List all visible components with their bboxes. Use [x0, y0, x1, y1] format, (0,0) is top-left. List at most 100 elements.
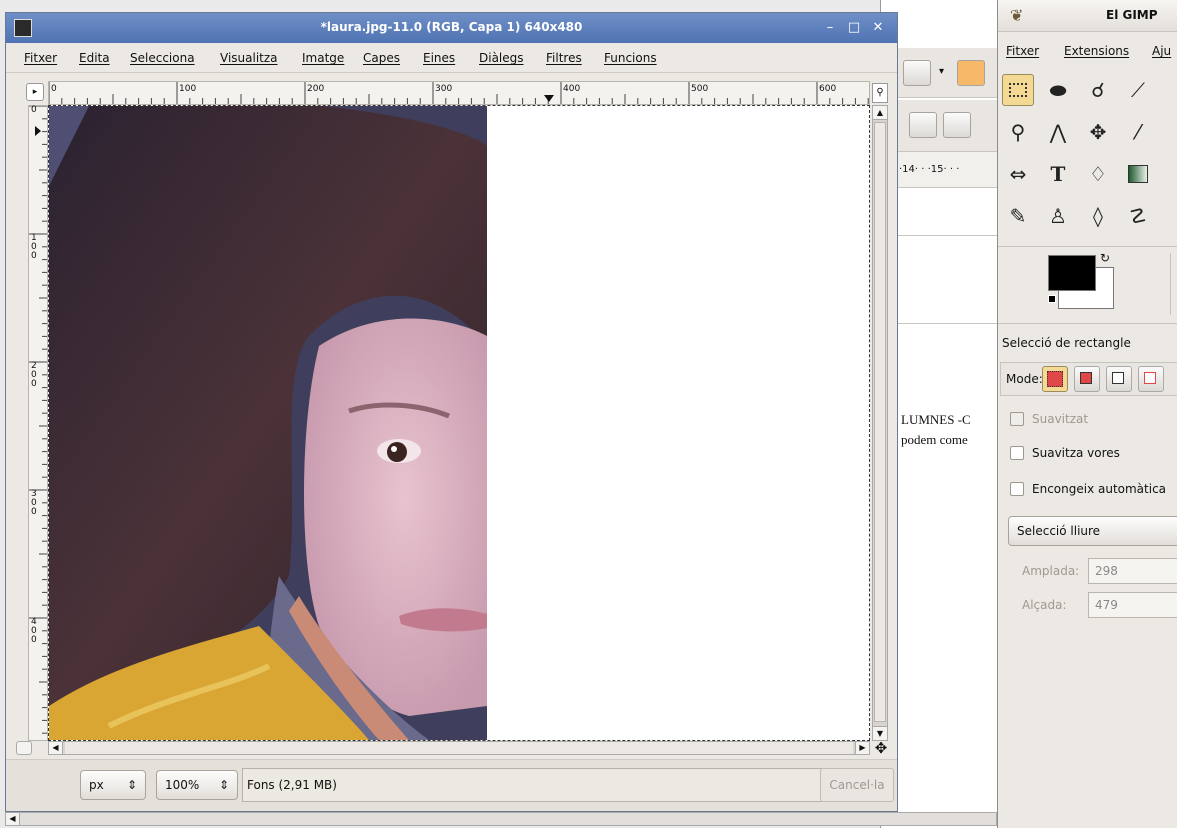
dropdown-arrow-icon[interactable]: ▾ [939, 66, 944, 77]
vertical-scrollbar[interactable]: ▲ ▼ [872, 105, 888, 741]
maximize-icon[interactable]: □ [844, 19, 864, 37]
numbered-list-icon[interactable] [909, 112, 937, 138]
scroll-down-icon[interactable]: ▼ [873, 726, 887, 740]
menu-capes[interactable]: Capes [363, 51, 400, 65]
zoom-value: 100% [165, 778, 200, 792]
move-icon[interactable]: ✥ [1082, 116, 1114, 148]
mode-subtract-button[interactable] [1106, 366, 1132, 392]
gimp-image-window: *laura.jpg-11.0 (RGB, Capa 1) 640x480 – … [5, 12, 898, 812]
close-icon[interactable]: ✕ [868, 19, 888, 37]
hruler-label-600: 600 [819, 84, 837, 94]
brush-preview-edge [1170, 253, 1177, 315]
bucket-fill-icon[interactable]: ♢ [1082, 158, 1114, 190]
menu-eines[interactable]: Eines [423, 51, 455, 65]
doc-text-line2: podem come [901, 432, 968, 447]
ink-icon[interactable]: ◊ [1082, 200, 1114, 232]
clone-icon[interactable]: ♙ [1042, 200, 1074, 232]
smudge-icon[interactable]: ☡ [1122, 200, 1154, 232]
mode-label: Mode: [1006, 372, 1043, 386]
vruler-position-marker [35, 126, 41, 136]
menu-fitxer[interactable]: Fitxer [24, 51, 57, 65]
minimize-icon[interactable]: – [820, 19, 840, 37]
horizontal-scrollbar[interactable]: ◀ ▶ [48, 741, 870, 755]
bottom-scroll-left-icon[interactable]: ◀ [6, 813, 20, 825]
antialias-checkbox[interactable] [1010, 412, 1024, 426]
tb-menu-extensions[interactable]: Extensions [1064, 44, 1129, 58]
portrait-photo [49, 106, 487, 740]
width-label: Amplada: [1022, 564, 1080, 578]
width-field[interactable]: 298 [1088, 558, 1177, 584]
doc-ruler: ·14· · ·15· · · [881, 152, 1001, 188]
zoom-icon[interactable]: ⚲ [872, 83, 888, 103]
menu-edita[interactable]: Edita [79, 51, 110, 65]
horizontal-scroll-thumb[interactable] [65, 742, 853, 754]
fixed-select-dropdown[interactable]: Selecció lliure [1008, 516, 1177, 546]
mode-add-button[interactable] [1074, 366, 1100, 392]
foreground-color-swatch[interactable] [1048, 255, 1096, 291]
hruler-label-300: 300 [435, 84, 453, 94]
tb-menu-ajuda[interactable]: Aju [1152, 44, 1171, 58]
draw-icon[interactable] [957, 60, 985, 86]
lasso-icon[interactable]: ☌ [1082, 74, 1114, 106]
vruler-label-100: 1 0 0 [31, 233, 37, 261]
swap-colors-icon[interactable]: ↻ [1100, 251, 1110, 265]
vruler-label-0: 0 [31, 105, 37, 115]
flip-icon[interactable]: ⇔ [1002, 158, 1034, 190]
scroll-right-icon[interactable]: ▶ [855, 742, 869, 754]
feather-checkbox[interactable] [1010, 446, 1024, 460]
magnify-icon[interactable]: ⚲ [1002, 116, 1034, 148]
status-message: Fons (2,91 MB) [242, 768, 822, 802]
tool-options: Selecció de rectangle Mode: Suavitzat Su… [998, 324, 1177, 824]
menu-selecciona[interactable]: Selecciona [130, 51, 195, 65]
tb-menu-fitxer[interactable]: Fitxer [1006, 44, 1039, 58]
menu-imatge[interactable]: Imatge [302, 51, 344, 65]
menu-dialegs[interactable]: Diàlegs [479, 51, 524, 65]
zoom-selector[interactable]: 100% ⇕ [156, 770, 238, 800]
bullet-list-icon[interactable] [943, 112, 971, 138]
quick-mask-icon[interactable] [16, 741, 32, 755]
spin-arrows-icon: ⇕ [127, 778, 138, 792]
unit-selector[interactable]: px ⇕ [80, 770, 146, 800]
table-icon[interactable] [903, 60, 931, 86]
height-field[interactable]: 479 [1088, 592, 1177, 618]
paths-icon[interactable]: ⋀ [1042, 116, 1074, 148]
mode-intersect-button[interactable] [1138, 366, 1164, 392]
toolbox-menu: Fitxer Extensions Aju [998, 38, 1177, 64]
bottom-scrollbar[interactable]: ◀ [5, 812, 997, 826]
toolbox-title: El GIMP [1106, 8, 1158, 22]
menu-visualitza[interactable]: Visualitza [220, 51, 278, 65]
fuzzy-select-icon[interactable]: ⟋ [1122, 74, 1154, 106]
hruler-label-100: 100 [179, 84, 197, 94]
gradient-icon[interactable] [1122, 158, 1154, 190]
menu-arrow-icon[interactable]: ▸ [26, 83, 44, 101]
photo-layer [49, 106, 487, 740]
window-title: *laura.jpg-11.0 (RGB, Capa 1) 640x480 [320, 20, 583, 34]
feather-label: Suavitza vores [1032, 446, 1120, 460]
brush-icon[interactable]: ⁄ [1122, 116, 1154, 148]
height-label: Alçada: [1022, 598, 1067, 612]
vertical-scroll-thumb[interactable] [874, 122, 886, 722]
mode-replace-button[interactable] [1042, 366, 1068, 392]
rect-select-icon[interactable] [1002, 74, 1034, 106]
text-tool-icon[interactable]: T [1042, 158, 1074, 190]
pencil-icon[interactable]: ✎ [1002, 200, 1034, 232]
cancel-button[interactable]: Cancel·la [820, 768, 894, 802]
horizontal-ruler: 0 100 200 300 400 500 600 [48, 81, 870, 105]
background-document-window: ▾ ·14· · ·15· · · LUMNES -C podem come [880, 0, 1001, 828]
autoshrink-checkbox[interactable] [1010, 482, 1024, 496]
scroll-left-icon[interactable]: ◀ [49, 742, 63, 754]
image-canvas[interactable] [48, 105, 870, 741]
vertical-ruler: 0 1 0 0 2 0 0 3 0 0 4 0 0 [28, 105, 48, 741]
title-bar[interactable]: *laura.jpg-11.0 (RGB, Capa 1) 640x480 – … [6, 13, 897, 43]
default-colors-icon[interactable] [1048, 295, 1056, 303]
doc-toolbar-1: ▾ [881, 48, 1001, 98]
menu-funcions[interactable]: Funcions [604, 51, 657, 65]
ellipse-select-icon[interactable]: ⬬ [1042, 74, 1074, 106]
scroll-up-icon[interactable]: ▲ [873, 106, 887, 120]
vruler-label-400: 4 0 0 [31, 617, 37, 645]
zoom-arrows-icon: ⇕ [219, 778, 230, 792]
toolbox-title-bar[interactable]: ❦ El GIMP [998, 0, 1177, 32]
hruler-ticks [49, 82, 869, 104]
navigate-icon[interactable]: ✥ [872, 739, 890, 757]
menu-filtres[interactable]: Filtres [546, 51, 582, 65]
